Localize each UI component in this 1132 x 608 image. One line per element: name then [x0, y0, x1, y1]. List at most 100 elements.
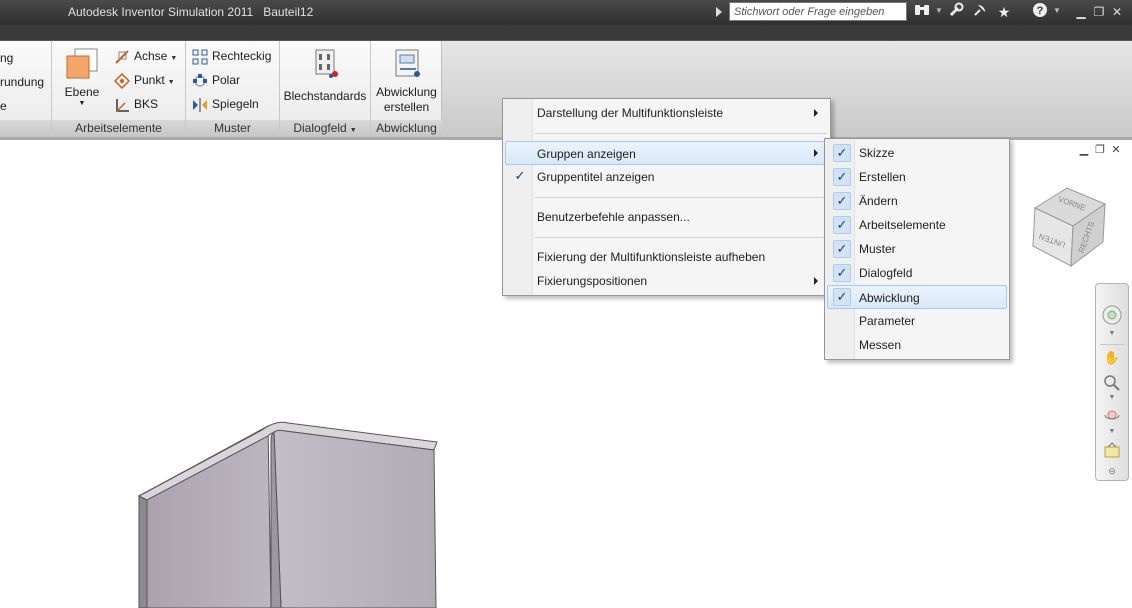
star-icon[interactable]: ★ [995, 2, 1013, 22]
panel-label-muster[interactable]: Muster [186, 120, 279, 137]
panel-label-dialogfeld[interactable]: Dialogfeld ▼ [280, 120, 370, 137]
axis-icon [115, 50, 129, 64]
wrench-icon[interactable] [947, 2, 965, 22]
submenu-item-aendern[interactable]: ✓ Ändern [827, 189, 1007, 213]
viewport-restore-icon[interactable]: ❐ [1092, 143, 1108, 156]
ribbon-panels: ng rundung e Ebene ▼ Achse ▼ Punkt ▼ BKS… [0, 41, 442, 137]
submenu-item-erstellen[interactable]: ✓ Erstellen [827, 165, 1007, 189]
flat-pattern-icon [395, 49, 420, 77]
restore-icon[interactable]: ❐ [1090, 2, 1108, 22]
menu-item-label: Gruppentitel anzeigen [537, 170, 655, 184]
look-at-icon[interactable] [1096, 442, 1128, 463]
blechstandards-button[interactable]: Blechstandards [280, 47, 370, 104]
navbar-options-icon[interactable]: ⊖ [1096, 466, 1128, 477]
viewport-close-icon[interactable]: ✕ [1108, 143, 1124, 156]
submenu-item-muster[interactable]: ✓ Muster [827, 237, 1007, 261]
satellite-icon[interactable] [971, 2, 989, 22]
minimize-icon[interactable]: ▁ [1072, 2, 1090, 22]
submenu-arrow-icon [814, 109, 818, 117]
help-icon[interactable]: ? [1031, 2, 1049, 22]
ribbon-item-cut[interactable]: e [0, 99, 7, 113]
spiegeln-label: Spiegeln [212, 97, 259, 112]
search-dropdown-icon[interactable]: ▼ [935, 6, 943, 15]
submenu-item-parameter[interactable]: Parameter [827, 309, 1007, 333]
zoom-icon[interactable] [1096, 374, 1128, 395]
app-title: Autodesk Inventor Simulation 2011 [68, 5, 254, 19]
submenu-item-messen[interactable]: Messen [827, 333, 1007, 357]
abwicklung-label-line1: Abwicklung [376, 85, 437, 99]
menu-item-gruppen-anzeigen[interactable]: Gruppen anzeigen [505, 141, 828, 165]
viewport-window-controls: ▁ ❐ ✕ [1076, 143, 1124, 156]
panel-muster: Rechteckig Polar Spiegeln Muster [186, 41, 280, 137]
pan-icon[interactable]: ✋ [1096, 350, 1128, 366]
submenu-item-skizze[interactable]: ✓ Skizze [827, 141, 1007, 165]
help-dropdown-icon[interactable]: ▼ [1053, 6, 1061, 15]
viewcube[interactable]: VORNE RECHTS UNTEN [1027, 180, 1117, 270]
rechteckig-label: Rechteckig [212, 49, 272, 64]
submenu-item-label: Erstellen [859, 170, 906, 184]
close-icon[interactable]: ✕ [1108, 2, 1126, 22]
bks-label: BKS [134, 97, 159, 112]
submenu-item-label: Messen [859, 338, 902, 352]
menu-item-gruppentitel-anzeigen[interactable]: ✓ Gruppentitel anzeigen [505, 165, 828, 189]
submenu-item-label: Muster [859, 242, 896, 256]
rectangular-pattern-icon [192, 49, 208, 65]
steering-wheel-icon[interactable] [1096, 304, 1128, 329]
wheel-dropdown-icon[interactable]: ▼ [1096, 330, 1128, 337]
abwicklung-erstellen-button[interactable]: Abwicklung erstellen [371, 47, 442, 115]
punkt-button[interactable]: Punkt ▼ [114, 73, 175, 89]
rechteckig-button[interactable]: Rechteckig [192, 49, 271, 65]
ucs-icon [116, 99, 129, 112]
bks-button[interactable]: BKS [114, 97, 158, 113]
panel-arbeitselemente: Ebene ▼ Achse ▼ Punkt ▼ BKS Arbeitselement… [52, 41, 186, 137]
submenu-item-arbeitselemente[interactable]: ✓ Arbeitselemente [827, 213, 1007, 237]
ebene-button[interactable]: Ebene ▼ [60, 47, 104, 108]
menu-item-benutzerbefehle[interactable]: Benutzerbefehle anpassen... [505, 205, 828, 229]
check-icon: ✓ [833, 264, 851, 282]
nav-divider [1100, 344, 1124, 345]
ribbon-item-cut[interactable]: rundung [0, 75, 44, 89]
check-icon: ✓ [833, 288, 851, 306]
orbit-icon[interactable] [1096, 406, 1128, 427]
zoom-dropdown-icon[interactable]: ▼ [1096, 394, 1128, 401]
gruppen-submenu: ✓ Skizze ✓ Erstellen ✓ Ändern ✓ Arbeitseleme… [824, 138, 1010, 360]
menu-item-fixierung-aufheben[interactable]: Fixierung der Multifunktionsleiste aufhe… [505, 245, 828, 269]
orbit-dropdown-icon[interactable]: ▼ [1096, 428, 1128, 435]
spiegeln-button[interactable]: Spiegeln [192, 97, 259, 113]
check-icon: ✓ [514, 168, 526, 183]
menu-item-label: Gruppen anzeigen [537, 147, 636, 161]
expand-arrow-icon[interactable] [716, 7, 722, 17]
menu-item-label: Benutzerbefehle anpassen... [537, 210, 690, 224]
menu-item-label: Fixierungspositionen [537, 274, 648, 288]
panel-abwicklung: Abwicklung erstellen Abwicklung [371, 41, 442, 137]
achse-label: Achse [134, 49, 168, 64]
blechstandards-label: Blechstandards [283, 89, 367, 103]
ribbon-item-cut[interactable]: ng [0, 51, 13, 65]
panel-label-arbeitselemente[interactable]: Arbeitselemente [52, 120, 185, 137]
binoculars-icon[interactable] [913, 2, 931, 22]
polar-pattern-icon [193, 74, 207, 87]
viewport-minimize-icon[interactable]: ▁ [1076, 143, 1092, 156]
title-bar: Autodesk Inventor Simulation 2011 Bauteil… [0, 0, 1132, 25]
submenu-item-label: Skizze [859, 146, 895, 160]
svg-text:?: ? [1037, 5, 1044, 17]
submenu-item-abwicklung[interactable]: ✓ Abwicklung [827, 285, 1007, 309]
submenu-item-dialogfeld[interactable]: ✓ Dialogfeld [827, 261, 1007, 285]
menu-separator [535, 133, 827, 134]
menu-separator [535, 197, 827, 198]
panel-label-abwicklung[interactable]: Abwicklung [371, 120, 442, 137]
ebene-label: Ebene [64, 85, 100, 99]
window-controls: ▁ ❐ ✕ [1072, 2, 1126, 22]
punkt-dropdown-icon: ▼ [167, 79, 175, 87]
check-icon: ✓ [833, 192, 851, 210]
search-input[interactable] [729, 2, 907, 21]
menu-item-darstellung[interactable]: Darstellung der Multifunktionsleiste [505, 101, 828, 125]
achse-button[interactable]: Achse ▼ [114, 49, 177, 65]
check-icon: ✓ [833, 240, 851, 258]
polar-button[interactable]: Polar [192, 73, 240, 89]
submenu-item-label: Arbeitselemente [859, 218, 946, 232]
point-icon [114, 73, 130, 89]
menu-item-fixierungspositionen[interactable]: Fixierungspositionen [505, 269, 828, 293]
sheet-metal-defaults-icon [315, 49, 338, 78]
check-icon: ✓ [833, 144, 851, 162]
